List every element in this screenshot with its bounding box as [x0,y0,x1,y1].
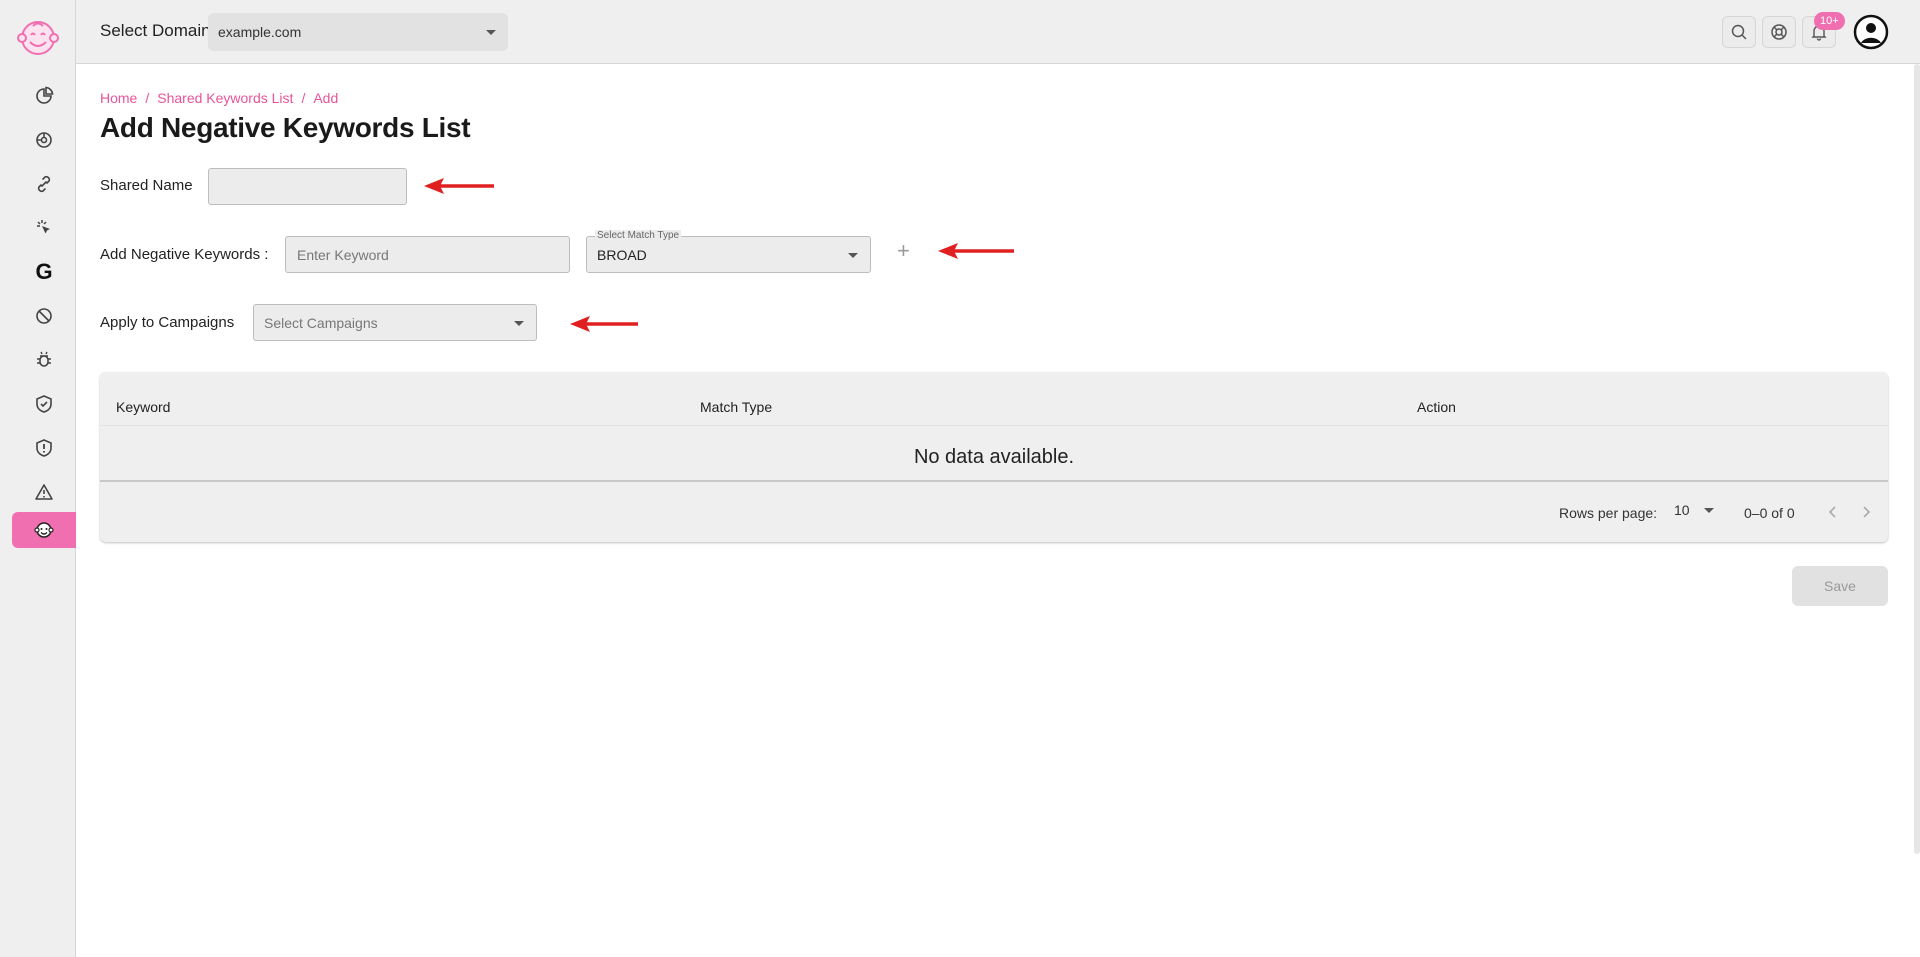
google-icon: G [35,259,53,284]
sidebar-item-dashboard[interactable] [12,122,76,158]
sidebar-item-bots[interactable] [12,342,76,378]
annotation-arrow-icon [938,243,1014,259]
sidebar-item-protection[interactable] [12,386,76,422]
match-type-select[interactable]: Select Match Type BROAD [586,230,871,273]
match-type-floating-label: Select Match Type [595,230,682,242]
sidebar-item-blocked[interactable] [12,298,76,334]
annotation-arrow-icon [570,316,638,332]
chevron-right-icon [1863,506,1871,518]
page-title: Add Negative Keywords List [100,112,471,143]
add-keyword-button[interactable]: + [897,238,910,264]
shield-check-icon [36,395,52,413]
rows-per-page-value: 10 [1674,502,1690,518]
column-header-match-type[interactable]: Match Type [700,399,772,415]
sidebar: G [0,0,76,957]
sidebar-item-clicks[interactable] [12,210,76,246]
campaigns-select[interactable]: Select Campaigns [253,304,537,341]
breadcrumb-separator: / [145,90,150,106]
sidebar-item-google[interactable]: G [12,254,76,290]
sidebar-item-mascot[interactable] [12,512,76,548]
sidebar-item-links[interactable] [12,166,76,202]
campaigns-label: Apply to Campaigns [100,314,235,331]
search-button[interactable] [1722,16,1756,48]
user-avatar-icon[interactable] [1853,14,1889,50]
support-button[interactable] [1762,16,1796,48]
keyword-input[interactable]: Enter Keyword [285,236,570,273]
pagination-range: 0–0 of 0 [1744,505,1795,521]
dashboard-icon [36,132,52,148]
domain-label: Select Domain [100,21,211,40]
sidebar-item-security[interactable] [12,430,76,466]
sidebar-item-alerts[interactable] [12,474,76,510]
mascot-logo-icon[interactable] [16,16,60,60]
chevron-down-icon [1704,508,1714,513]
table-pagination: Rows per page: 10 0–0 of 0 [100,484,1888,542]
notification-badge: 10+ [1814,12,1845,30]
breadcrumb-shared-keywords[interactable]: Shared Keywords List [157,90,293,106]
domain-select-value: example.com [218,24,302,40]
sidebar-item-analytics[interactable] [12,78,76,114]
breadcrumb: Home / Shared Keywords List / Add [100,90,338,106]
link-icon [37,175,51,193]
shared-name-label: Shared Name [100,177,193,194]
domain-select[interactable]: example.com [208,13,508,51]
rows-per-page-label: Rows per page: [1559,505,1658,521]
shield-alert-icon [36,439,52,457]
column-header-keyword[interactable]: Keyword [116,399,170,415]
column-header-action[interactable]: Action [1417,399,1456,415]
next-page-button[interactable] [1853,498,1881,526]
warning-icon [35,484,53,500]
click-icon [37,220,50,234]
table-empty-row: No data available. [100,426,1888,482]
breadcrumb-home[interactable]: Home [100,90,137,106]
page-scrollbar[interactable] [1914,64,1920,854]
campaigns-select-placeholder: Select Campaigns [264,314,378,331]
mascot-icon [34,522,54,538]
chevron-down-icon [486,30,496,35]
breadcrumb-current: Add [313,90,339,106]
chevron-left-icon [1828,506,1836,518]
chevron-down-icon [514,321,524,326]
block-icon [36,308,52,324]
annotation-arrow-icon [424,178,494,194]
chevron-down-icon [848,253,858,258]
pie-chart-icon [36,86,54,104]
rows-per-page-select[interactable]: 10 [1674,502,1714,524]
match-type-value: BROAD [597,246,647,263]
save-button[interactable]: Save [1792,566,1888,606]
bug-icon [37,351,51,367]
negative-keywords-label: Add Negative Keywords : [100,246,269,263]
no-data-message: No data available. [913,446,1075,468]
breadcrumb-separator: / [301,90,306,106]
lifebuoy-icon [1771,24,1787,40]
shared-name-input[interactable] [208,168,407,205]
topbar: Select Domain example.com [76,0,1920,64]
search-icon [1731,24,1747,40]
previous-page-button[interactable] [1818,498,1846,526]
keywords-table: Keyword Match Type Action No data availa… [100,372,1888,542]
